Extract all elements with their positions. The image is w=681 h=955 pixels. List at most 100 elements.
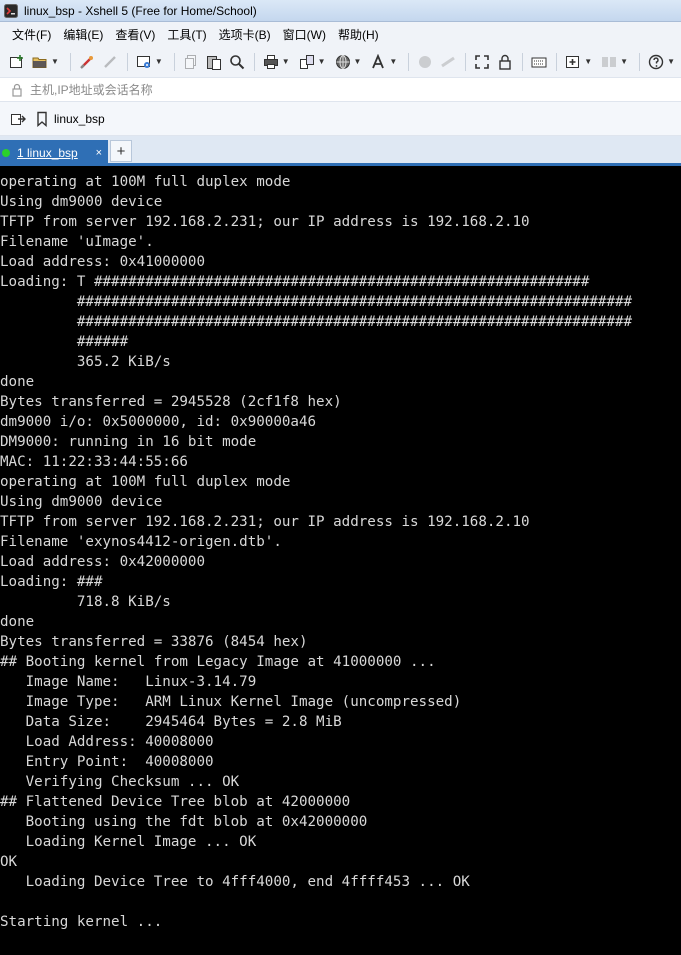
record-icon	[441, 56, 456, 67]
toolbar-separator	[253, 52, 255, 71]
terminal-line: OK	[0, 854, 18, 870]
compose-icon	[566, 55, 580, 68]
reconnect-button[interactable]	[76, 51, 98, 73]
terminal-line: ## Booting kernel from Legacy Image at 4…	[0, 654, 436, 670]
copy-icon	[184, 54, 196, 69]
fullscreen-icon	[475, 54, 490, 69]
close-icon[interactable]: ×	[96, 147, 102, 159]
terminal-line: ########################################…	[0, 294, 633, 310]
properties-dropdown-arrow[interactable]: ▼	[155, 57, 163, 66]
transfer-button[interactable]	[296, 51, 318, 73]
menu-edit[interactable]: 编辑(E)	[57, 26, 109, 43]
font-dropdown-arrow[interactable]: ▼	[389, 57, 397, 66]
terminal-line: Data Size: 2945464 Bytes = 2.8 MiB	[0, 714, 342, 730]
terminal-output[interactable]: operating at 100M full duplex mode Using …	[0, 166, 681, 955]
properties-icon	[136, 55, 150, 68]
terminal-line: TFTP from server 192.168.2.231; our IP a…	[0, 514, 530, 530]
help-icon	[648, 54, 664, 69]
disconnect-icon	[104, 55, 116, 68]
terminal-line: Verifying Checksum ... OK	[0, 774, 240, 790]
layout-dropdown-arrow[interactable]: ▼	[620, 57, 628, 66]
record-button[interactable]	[437, 51, 459, 73]
terminal-line: Starting kernel ...	[0, 914, 163, 930]
layout-button[interactable]	[598, 51, 620, 73]
compose-button[interactable]	[562, 51, 584, 73]
terminal-line: Image Type: ARM Linux Kernel Image (unco…	[0, 694, 462, 710]
help-button[interactable]	[645, 51, 667, 73]
window-title: linux_bsp - Xshell 5 (Free for Home/Scho…	[24, 3, 257, 18]
menu-help[interactable]: 帮助(H)	[332, 26, 385, 43]
session-bar: linux_bsp	[0, 102, 681, 136]
menu-window[interactable]: 窗口(W)	[277, 26, 332, 43]
terminal-line: MAC: 11:22:33:44:55:66	[0, 454, 188, 470]
globe-button[interactable]	[332, 51, 354, 73]
paste-icon	[206, 55, 221, 70]
terminal-line: Entry Point: 40008000	[0, 754, 214, 770]
toolbar-separator	[69, 52, 71, 71]
keyboard-button[interactable]	[528, 51, 550, 73]
menu-tabs[interactable]: 选项卡(B)	[213, 26, 277, 43]
tab-label: 1 linux_bsp	[17, 146, 78, 160]
script-button[interactable]	[414, 51, 436, 73]
terminal-line: ########################################…	[0, 314, 633, 330]
open-folder-icon	[32, 57, 47, 68]
terminal-line: Loading: T #############################…	[0, 274, 590, 290]
session-link[interactable]: linux_bsp	[54, 112, 105, 126]
paste-button[interactable]	[203, 51, 225, 73]
terminal-line: Load Address: 40008000	[0, 734, 214, 750]
terminal-line: operating at 100M full duplex mode	[0, 474, 291, 490]
print-button[interactable]	[260, 51, 282, 73]
terminal-line: Filename 'uImage'.	[0, 234, 154, 250]
disconnect-button[interactable]	[99, 51, 121, 73]
menu-bar: 文件(F) 编辑(E) 查看(V) 工具(T) 选项卡(B) 窗口(W) 帮助(…	[0, 22, 681, 46]
keyboard-icon	[531, 57, 547, 67]
tab-bar: 1 linux_bsp × +	[0, 136, 681, 166]
print-dropdown-arrow[interactable]: ▼	[282, 57, 290, 66]
find-icon	[229, 54, 244, 69]
terminal-line: Bytes transferred = 33876 (8454 hex)	[0, 634, 308, 650]
terminal-line: dm9000 i/o: 0x5000000, id: 0x90000a46	[0, 414, 317, 430]
open-button[interactable]	[29, 51, 51, 73]
connected-status-icon	[2, 149, 10, 157]
terminal-line: Bytes transferred = 2945528 (2cf1f8 hex)	[0, 394, 342, 410]
session-manager-icon[interactable]	[10, 111, 26, 127]
font-button[interactable]	[367, 51, 389, 73]
help-dropdown-arrow[interactable]: ▼	[667, 57, 675, 66]
new-session-icon	[9, 54, 23, 68]
compose-dropdown-arrow[interactable]: ▼	[584, 57, 592, 66]
reconnect-icon	[80, 55, 93, 69]
toolbar-separator	[465, 52, 467, 71]
copy-button[interactable]	[180, 51, 202, 73]
fullscreen-button[interactable]	[471, 51, 493, 73]
toolbar-separator	[126, 52, 128, 71]
menu-file[interactable]: 文件(F)	[6, 26, 57, 43]
tab-linux-bsp[interactable]: 1 linux_bsp ×	[0, 140, 108, 166]
toolbar-separator	[522, 52, 524, 71]
menu-tools[interactable]: 工具(T)	[161, 26, 212, 43]
script-icon	[419, 55, 432, 68]
new-session-button[interactable]	[6, 51, 28, 73]
terminal-line: Image Name: Linux-3.14.79	[0, 674, 257, 690]
layout-icon	[602, 56, 617, 67]
lock-button[interactable]	[494, 51, 516, 73]
transfer-dropdown-arrow[interactable]: ▼	[318, 57, 326, 66]
terminal-line: Using dm9000 device	[0, 494, 163, 510]
toolbar-separator	[556, 52, 558, 71]
globe-icon	[335, 54, 350, 69]
address-input[interactable]	[30, 82, 630, 97]
terminal-line: TFTP from server 192.168.2.231; our IP a…	[0, 214, 530, 230]
globe-dropdown-arrow[interactable]: ▼	[354, 57, 362, 66]
open-dropdown-arrow[interactable]: ▼	[51, 57, 59, 66]
terminal-line: done	[0, 614, 35, 630]
add-tab-button[interactable]: +	[110, 140, 132, 162]
terminal-line: 718.8 KiB/s	[0, 594, 171, 610]
find-button[interactable]	[226, 51, 248, 73]
properties-button[interactable]	[133, 51, 155, 73]
terminal-line: ## Flattened Device Tree blob at 4200000…	[0, 794, 351, 810]
lock-icon	[12, 83, 22, 97]
print-icon	[263, 54, 278, 69]
toolbar-separator	[173, 52, 175, 71]
terminal-line: Using dm9000 device	[0, 194, 163, 210]
menu-view[interactable]: 查看(V)	[109, 26, 161, 43]
